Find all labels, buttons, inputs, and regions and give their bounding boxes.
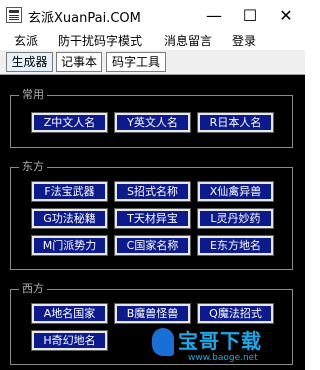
- button-country-names[interactable]: C国家名称: [114, 235, 191, 256]
- tab-notepad[interactable]: 记事本: [56, 52, 102, 72]
- button-magic-weapons[interactable]: F法宝武器: [31, 181, 108, 202]
- menu-item-login[interactable]: 登录: [232, 32, 256, 49]
- close-button[interactable]: ✕: [268, 0, 304, 30]
- tab-bar: 生成器 记事本 码字工具: [0, 50, 305, 75]
- menu-bar: 玄派 防干扰码字模式 消息留言 登录: [0, 30, 305, 50]
- group-common: 常用 Z中文人名 Y英文人名 R日本人名: [10, 88, 293, 148]
- watermark-url: www.baoge.net: [188, 353, 258, 363]
- menu-item-anti-interference-mode[interactable]: 防干扰码字模式: [58, 32, 142, 49]
- group-title-western: 西方: [19, 282, 47, 296]
- button-skill-names[interactable]: S招式名称: [114, 181, 191, 202]
- title-bar: 玄派XuanPai.COM — ☐ ✕: [0, 0, 305, 30]
- button-rare-treasures[interactable]: T天材异宝: [114, 208, 191, 229]
- button-monsters[interactable]: B魔兽怪兽: [114, 303, 191, 324]
- button-place-countries[interactable]: A地名国家: [31, 303, 108, 324]
- button-magic-spells[interactable]: Q魔法招式: [197, 303, 274, 324]
- button-english-names[interactable]: Y英文人名: [114, 112, 191, 133]
- button-japanese-names[interactable]: R日本人名: [197, 112, 274, 133]
- minimize-button[interactable]: —: [196, 0, 232, 30]
- group-title-eastern: 东方: [19, 160, 47, 174]
- group-title-common: 常用: [19, 88, 47, 102]
- tab-writing-tools[interactable]: 码字工具: [106, 52, 166, 72]
- menu-item-xuanpai[interactable]: 玄派: [14, 32, 38, 49]
- tab-generator[interactable]: 生成器: [6, 52, 53, 72]
- app-icon: [6, 7, 22, 23]
- button-sects[interactable]: M门派势力: [31, 235, 108, 256]
- maximize-button[interactable]: ☐: [232, 0, 268, 30]
- button-cultivation-manuals[interactable]: G功法秘籍: [31, 208, 108, 229]
- button-mythical-beasts[interactable]: X仙禽异兽: [197, 181, 274, 202]
- button-elixirs[interactable]: L灵丹妙药: [197, 208, 274, 229]
- menu-item-messages[interactable]: 消息留言: [164, 32, 212, 49]
- watermark-text: 宝哥下载: [178, 329, 262, 353]
- group-eastern: 东方 F法宝武器 S招式名称 X仙禽异兽 G功法秘籍 T天材异宝 L灵丹妙药 M…: [10, 160, 293, 270]
- button-eastern-places[interactable]: E东方地名: [197, 235, 274, 256]
- watermark-logo-icon: [152, 328, 174, 356]
- button-chinese-names[interactable]: Z中文人名: [31, 112, 108, 133]
- button-fantasy-places[interactable]: H奇幻地名: [31, 330, 108, 351]
- window-title: 玄派XuanPai.COM: [28, 11, 141, 26]
- watermark: 宝哥下载 www.baoge.net: [152, 325, 302, 369]
